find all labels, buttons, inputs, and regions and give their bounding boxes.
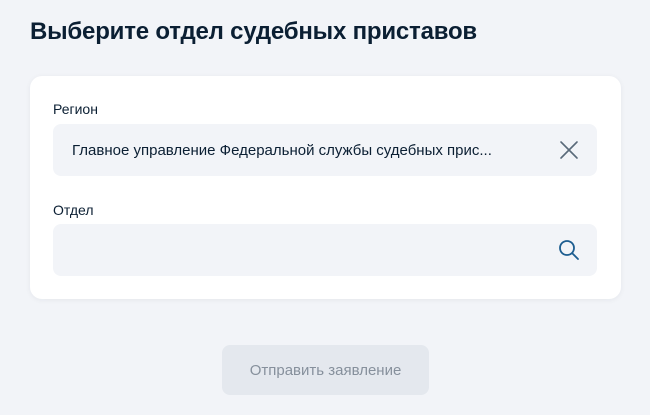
page-title: Выберите отдел судебных приставов	[30, 18, 477, 45]
region-field[interactable]: Главное управление Федеральной службы су…	[53, 124, 597, 176]
clear-region-button[interactable]	[557, 138, 581, 162]
submit-application-button[interactable]: Отправить заявление	[222, 345, 429, 395]
region-label: Регион	[53, 101, 98, 117]
search-icon	[559, 240, 579, 260]
department-label: Отдел	[53, 202, 94, 218]
department-form-card: Регион Главное управление Федеральной сл…	[30, 76, 621, 299]
department-input[interactable]	[53, 224, 543, 276]
search-department-button[interactable]	[557, 238, 581, 262]
region-value: Главное управление Федеральной службы су…	[72, 142, 492, 159]
close-icon	[560, 141, 578, 159]
department-field[interactable]	[53, 224, 597, 276]
